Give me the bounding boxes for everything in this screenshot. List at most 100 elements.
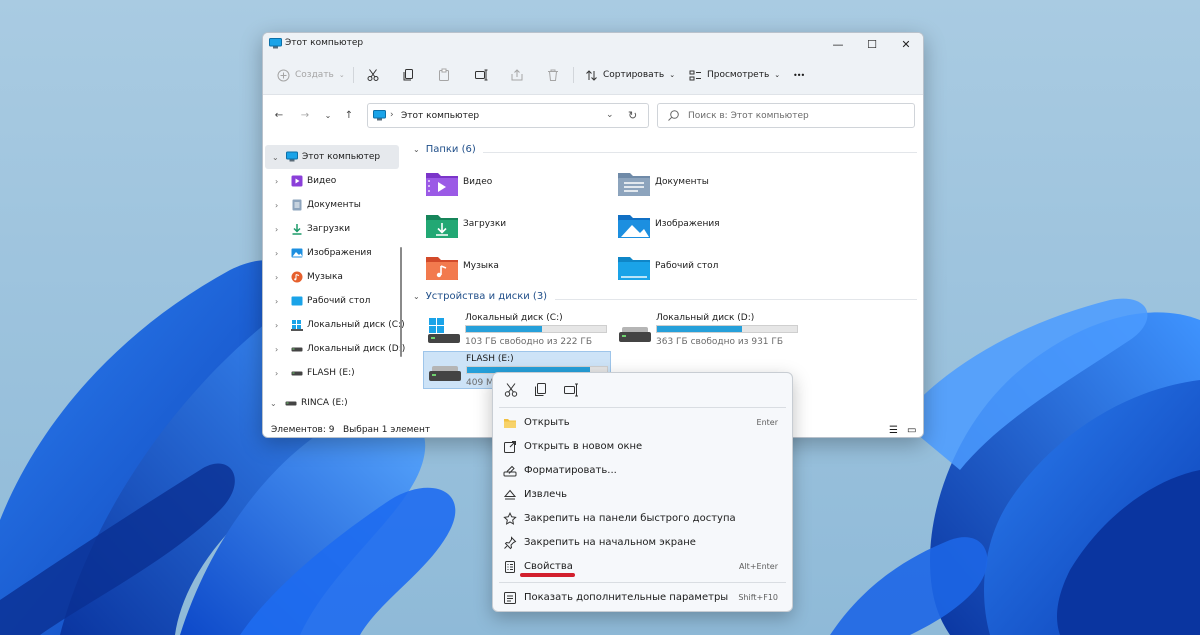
menu-item-label: Форматировать... bbox=[524, 465, 617, 476]
menu-divider bbox=[499, 582, 786, 583]
sidebar-scrollbar[interactable] bbox=[400, 247, 402, 357]
tiles-view-icon[interactable]: ▭ bbox=[907, 425, 916, 436]
chevron-down-icon: ⌄ bbox=[338, 71, 345, 79]
drives-header-label: Устройства и диски (3) bbox=[425, 291, 548, 302]
chevron-right-icon[interactable]: › bbox=[275, 345, 278, 354]
create-button[interactable]: Создать ⌄ bbox=[277, 63, 345, 87]
chevron-right-icon[interactable]: › bbox=[275, 177, 278, 186]
sidebar-item-pictures[interactable]: › Изображения bbox=[263, 241, 397, 265]
context-menu-quick-actions bbox=[493, 373, 792, 407]
capacity-bar bbox=[465, 325, 607, 333]
paste-icon[interactable] bbox=[437, 68, 451, 82]
menu-item-open-new-window[interactable]: Открыть в новом окне bbox=[497, 436, 790, 458]
folder-downloads[interactable]: Загрузки bbox=[425, 209, 605, 245]
menu-item-format[interactable]: Форматировать... bbox=[497, 460, 790, 482]
rename-icon[interactable] bbox=[563, 382, 579, 398]
folder-music[interactable]: Музыка bbox=[425, 251, 605, 287]
video-icon bbox=[291, 175, 303, 187]
chevron-right-icon[interactable]: › bbox=[275, 369, 278, 378]
menu-item-show-more-options[interactable]: Показать дополнительные параметры Shift+… bbox=[497, 587, 790, 609]
more-options-button[interactable]: ••• bbox=[793, 63, 805, 87]
menu-item-eject[interactable]: Извлечь bbox=[497, 484, 790, 506]
sidebar-item-flash-e[interactable]: › FLASH (E:) bbox=[263, 361, 397, 385]
minimize-icon: — bbox=[832, 37, 844, 51]
sidebar-item-video[interactable]: › Видео bbox=[263, 169, 397, 193]
create-label: Создать bbox=[295, 70, 334, 80]
folder-video[interactable]: Видео bbox=[425, 167, 605, 203]
sidebar-item-label: FLASH (E:) bbox=[307, 368, 355, 378]
maximize-button[interactable]: ☐ bbox=[855, 33, 889, 55]
window-title: Этот компьютер bbox=[285, 38, 364, 48]
copy-icon[interactable] bbox=[402, 68, 416, 82]
chevron-down-icon[interactable]: ⌄ bbox=[606, 110, 614, 120]
drives-group-header[interactable]: ⌄ Устройства и диски (3) bbox=[413, 291, 547, 302]
menu-item-pin-quick-access[interactable]: Закрепить на панели быстрого доступа bbox=[497, 508, 790, 530]
folder-label: Загрузки bbox=[463, 219, 507, 229]
forward-button[interactable]: → bbox=[297, 107, 313, 123]
address-bar[interactable]: › Этот компьютер ⌄ ↻ bbox=[367, 103, 649, 128]
command-bar: Создать ⌄ Сортировать ⌄ Просмотреть ⌄ ••… bbox=[263, 55, 923, 95]
chevron-down-icon[interactable]: ⌄ bbox=[270, 399, 277, 408]
search-input[interactable]: Поиск в: Этот компьютер bbox=[657, 103, 915, 128]
sidebar-item-drive-c[interactable]: › Локальный диск (C:) bbox=[263, 313, 405, 337]
minimize-button[interactable]: — bbox=[821, 33, 855, 55]
breadcrumb-separator: › bbox=[390, 110, 394, 120]
sidebar-item-downloads[interactable]: › Загрузки bbox=[263, 217, 397, 241]
capacity-fill bbox=[657, 326, 743, 332]
toolbar-divider bbox=[353, 67, 354, 83]
chevron-down-icon: ⌄ bbox=[669, 71, 676, 79]
up-button[interactable]: ↑ bbox=[341, 107, 357, 123]
sidebar-item-music[interactable]: › Музыка bbox=[263, 265, 397, 289]
plus-circle-icon bbox=[277, 69, 290, 81]
title-bar[interactable]: Этот компьютер — ☐ ✕ bbox=[263, 33, 923, 55]
folder-label: Музыка bbox=[463, 261, 499, 271]
copy-icon[interactable] bbox=[533, 382, 549, 398]
view-button[interactable]: Просмотреть ⌄ bbox=[689, 63, 780, 87]
chevron-right-icon[interactable]: › bbox=[275, 297, 278, 306]
chevron-right-icon[interactable]: › bbox=[275, 321, 278, 330]
drive-c[interactable]: Локальный диск (C:) 103 ГБ свободно из 2… bbox=[423, 311, 611, 349]
context-menu: Открыть Enter Открыть в новом окне Форма… bbox=[492, 372, 793, 612]
rename-icon[interactable] bbox=[474, 68, 488, 82]
chevron-right-icon[interactable]: › bbox=[275, 225, 278, 234]
sidebar-item-rinca-e[interactable]: ⌄ RINCA (E:) bbox=[263, 391, 397, 415]
sidebar-item-documents[interactable]: › Документы bbox=[263, 193, 397, 217]
share-icon[interactable] bbox=[510, 68, 524, 82]
chevron-right-icon[interactable]: › bbox=[275, 273, 278, 282]
details-view-icon[interactable]: ☰ bbox=[889, 425, 898, 436]
pc-icon bbox=[269, 38, 282, 49]
drive-d[interactable]: Локальный диск (D:) 363 ГБ свободно из 9… bbox=[614, 311, 802, 349]
folder-desktop[interactable]: Рабочий стол bbox=[617, 251, 797, 287]
sidebar-item-desktop[interactable]: › Рабочий стол bbox=[263, 289, 397, 313]
chevron-right-icon[interactable]: › bbox=[275, 201, 278, 210]
sidebar-item-this-pc[interactable]: ⌄ Этот компьютер bbox=[265, 145, 399, 169]
back-button[interactable]: ← bbox=[271, 107, 287, 123]
sidebar-item-drive-d[interactable]: › Локальный диск (D:) bbox=[263, 337, 405, 361]
sidebar-item-label: Загрузки bbox=[307, 224, 351, 234]
view-label: Просмотреть bbox=[707, 70, 770, 80]
menu-item-label: Извлечь bbox=[524, 489, 568, 500]
cut-icon[interactable] bbox=[366, 68, 380, 82]
sort-button[interactable]: Сортировать ⌄ bbox=[585, 63, 675, 87]
folder-pictures[interactable]: Изображения bbox=[617, 209, 797, 245]
cut-icon[interactable] bbox=[503, 382, 519, 398]
menu-item-pin-start[interactable]: Закрепить на начальном экране bbox=[497, 532, 790, 554]
menu-item-properties[interactable]: Свойства Alt+Enter bbox=[497, 556, 790, 578]
refresh-icon[interactable]: ↻ bbox=[628, 109, 637, 122]
usb-drive-icon bbox=[429, 366, 461, 381]
delete-icon[interactable] bbox=[546, 68, 560, 82]
menu-item-open[interactable]: Открыть Enter bbox=[497, 412, 790, 434]
folders-group-header[interactable]: ⌄ Папки (6) bbox=[413, 144, 476, 155]
recent-locations-button[interactable]: ⌄ bbox=[320, 107, 336, 123]
sidebar-item-label: Видео bbox=[307, 176, 337, 186]
breadcrumb[interactable]: Этот компьютер bbox=[401, 111, 479, 121]
menu-item-label: Открыть bbox=[524, 417, 570, 428]
folder-documents[interactable]: Документы bbox=[617, 167, 797, 203]
arrow-left-icon: ← bbox=[274, 109, 284, 121]
chevron-down-icon[interactable]: ⌄ bbox=[272, 153, 279, 162]
chevron-right-icon[interactable]: › bbox=[275, 249, 278, 258]
sidebar-item-label: Локальный диск (D:) bbox=[307, 344, 406, 354]
close-button[interactable]: ✕ bbox=[889, 33, 923, 55]
folder-label: Рабочий стол bbox=[655, 261, 719, 271]
video-folder-icon bbox=[426, 173, 458, 196]
